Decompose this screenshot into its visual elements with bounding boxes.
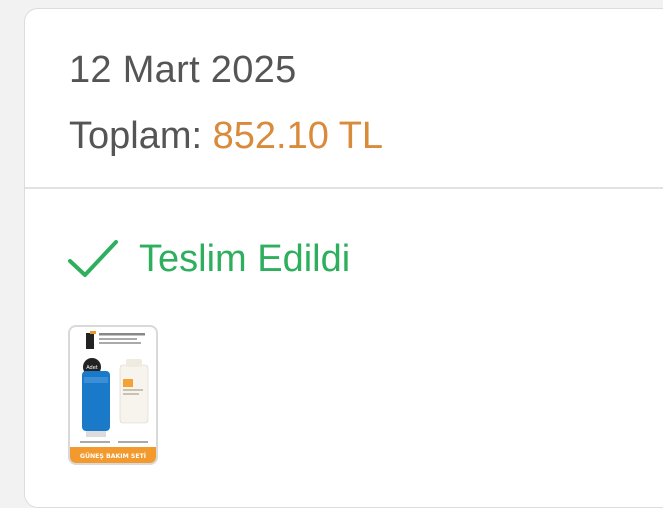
check-icon: [68, 240, 118, 277]
order-card[interactable]: 12 Mart 2025 Toplam: 852.10 TL Teslim Ed…: [24, 8, 663, 508]
product-image: Adet GÜNEŞ BAKIM SETİ: [70, 331, 156, 463]
badge-text: Adet: [86, 365, 98, 371]
divider: [25, 187, 663, 189]
status-text: Teslim Edildi: [139, 237, 351, 280]
total-label: Toplam:: [69, 115, 203, 157]
total-amount: 852.10 TL: [212, 115, 384, 157]
delivery-status: Teslim Edildi: [67, 237, 350, 281]
product-thumbnail[interactable]: Adet GÜNEŞ BAKIM SETİ: [68, 325, 158, 465]
order-total: Toplam: 852.10 TL: [69, 115, 383, 158]
banner-text: GÜNEŞ BAKIM SETİ: [80, 451, 146, 460]
order-date: 12 Mart 2025: [69, 49, 297, 91]
